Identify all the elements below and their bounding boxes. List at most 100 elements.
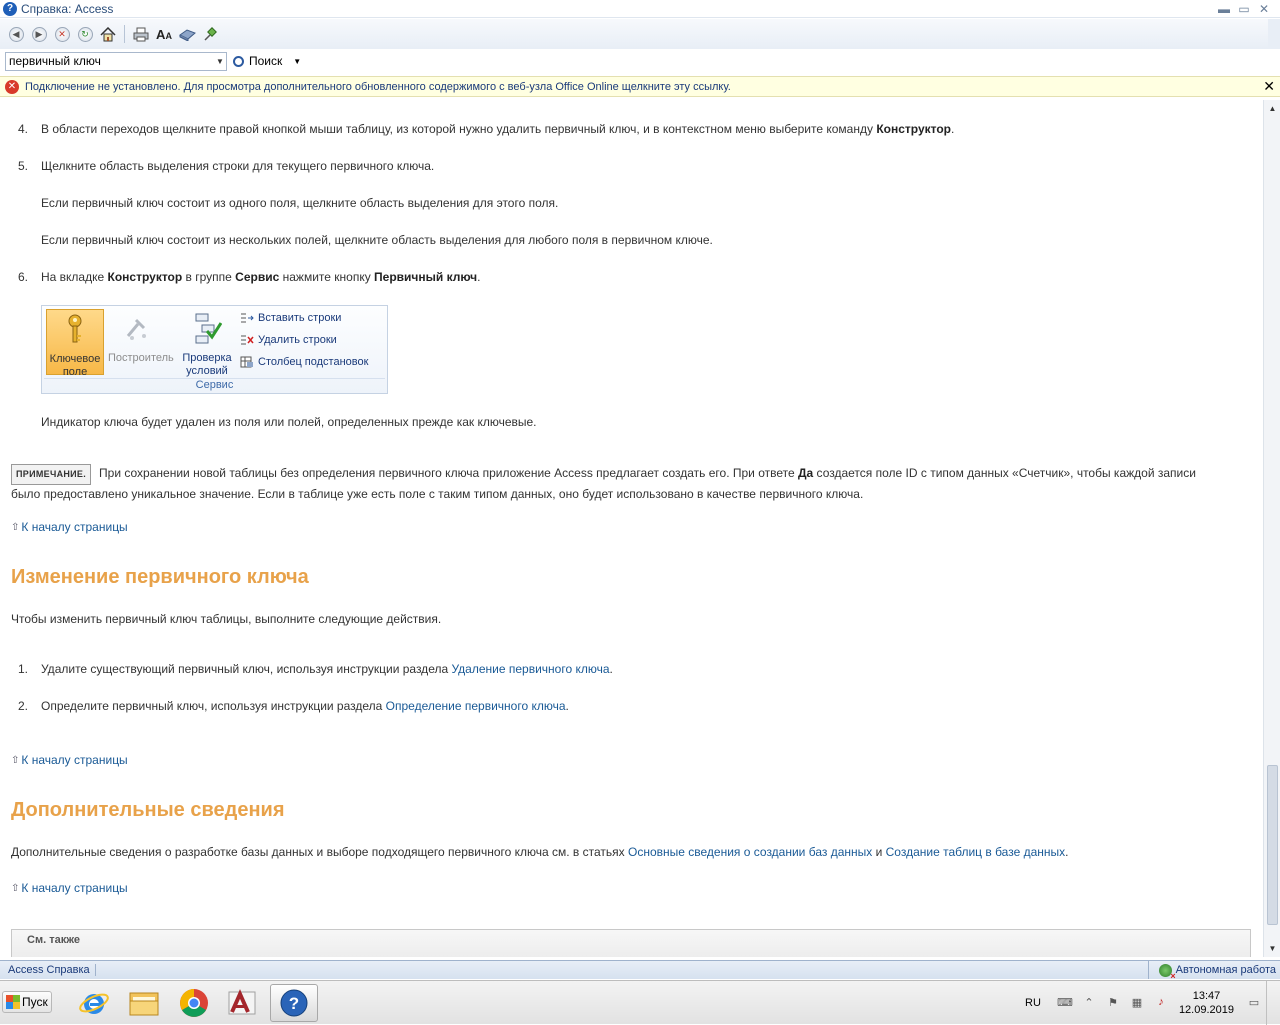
pin-button[interactable] <box>200 24 220 44</box>
list-number: 4. <box>18 122 29 136</box>
section-heading: Дополнительные сведения <box>11 799 285 821</box>
search-input[interactable]: первичный ключ ▼ <box>5 51 227 71</box>
pin-icon <box>203 26 217 41</box>
toolbar-separator <box>124 25 125 43</box>
to-top-link[interactable]: ⇧ К началу страницы <box>11 753 128 767</box>
start-label: Пуск <box>22 995 48 1009</box>
list-text-end: . <box>609 662 613 676</box>
print-button[interactable] <box>131 24 151 44</box>
db-basics-link[interactable]: Основные сведения о создании баз данных <box>628 845 872 859</box>
svg-text:?: ? <box>289 994 299 1013</box>
toolbar-overflow[interactable] <box>1268 19 1280 49</box>
taskbar-explorer[interactable] <box>120 984 168 1022</box>
to-top-label: К началу страницы <box>21 881 128 895</box>
taskbar-access[interactable] <box>218 984 266 1022</box>
list-bold: Сервис <box>235 270 280 284</box>
ribbon-label: Ключевое <box>49 353 101 365</box>
delete-primary-key-link[interactable]: Удаление первичного ключа <box>451 662 609 676</box>
toc-button[interactable] <box>177 24 197 44</box>
list-item: 4. В области переходов щелкните правой кн… <box>18 122 954 136</box>
book-icon <box>178 29 196 41</box>
network-icon[interactable]: ▦ <box>1129 996 1145 1010</box>
taskbar-ie[interactable] <box>70 984 118 1022</box>
clock[interactable]: 13:47 12.09.2019 <box>1179 989 1234 1017</box>
taskbar-chrome[interactable] <box>170 984 218 1022</box>
window-controls: ▬ ▭ ✕ <box>1214 0 1274 18</box>
help-icon: ? <box>280 989 308 1017</box>
vertical-scrollbar[interactable]: ▲ ▼ <box>1263 100 1280 957</box>
insert-rows-icon <box>241 313 254 323</box>
home-button[interactable] <box>98 24 118 44</box>
volume-icon[interactable]: ♪ <box>1153 996 1169 1010</box>
lookup-column-item: Столбец подстановок <box>240 356 368 368</box>
note-text: При сохранении новой таблицы без определ… <box>99 466 798 480</box>
chevron-up-icon[interactable]: ⌃ <box>1081 996 1097 1010</box>
define-primary-key-link[interactable]: Определение первичного ключа <box>386 699 566 713</box>
scroll-down-icon[interactable]: ▼ <box>1264 940 1280 957</box>
ribbon-group-label: Сервис <box>44 378 385 391</box>
windows-logo-icon <box>6 995 20 1009</box>
minimize-button[interactable]: ▬ <box>1214 0 1234 18</box>
lookup-column-icon <box>240 356 253 368</box>
search-button[interactable]: Поиск ▼ <box>233 54 301 68</box>
scroll-thumb[interactable] <box>1267 765 1278 925</box>
create-tables-link[interactable]: Создание таблиц в базе данных <box>886 845 1066 859</box>
chrome-icon <box>180 989 208 1017</box>
forward-button[interactable]: ▶ <box>29 24 49 44</box>
ribbon-illustration: Ключевое поле Построитель Проверка услов… <box>41 305 388 394</box>
list-text: в группе <box>182 270 236 284</box>
ribbon-label: условий <box>186 365 228 377</box>
flag-icon[interactable]: ⚑ <box>1105 996 1121 1010</box>
see-also-panel[interactable]: См. также <box>11 929 1251 957</box>
step5-para1: Если первичный ключ состоит из одного по… <box>41 196 559 210</box>
list-text: нажмите кнопку <box>279 270 375 284</box>
scroll-up-icon[interactable]: ▲ <box>1264 100 1280 117</box>
maximize-button[interactable]: ▭ <box>1234 0 1254 18</box>
connection-infobar[interactable]: ✕ Подключение не установлено. Для просмо… <box>0 76 1280 97</box>
ribbon-label: Построитель <box>108 352 174 364</box>
notification-icon[interactable]: ▭ <box>1246 996 1262 1010</box>
key-icon <box>68 314 82 343</box>
start-button[interactable]: Пуск <box>2 991 52 1013</box>
note-bold: Да <box>797 466 814 480</box>
chevron-down-icon[interactable]: ▼ <box>214 57 226 66</box>
font-size-button[interactable]: AA <box>154 24 174 44</box>
connection-status[interactable]: Автономная работа <box>1147 961 1276 981</box>
note-tag: ПРИМЕЧАНИЕ. <box>11 464 92 485</box>
language-indicator[interactable]: RU <box>1025 997 1041 1009</box>
clock-date: 12.09.2019 <box>1178 1004 1234 1016</box>
stop-button[interactable]: ✕ <box>52 24 72 44</box>
back-button[interactable]: ◀ <box>6 24 26 44</box>
list-text-end: . <box>565 699 569 713</box>
list-number: 6. <box>18 270 29 284</box>
validation-ribbon-button: Проверка условий <box>178 309 236 377</box>
see-also-title: См. также <box>27 934 80 946</box>
arrow-up-icon: ⇧ <box>11 754 20 766</box>
list-item: 5. Щелкните область выделения строки для … <box>18 159 434 173</box>
to-top-link[interactable]: ⇧ К началу страницы <box>11 881 128 895</box>
taskbar-help[interactable]: ? <box>270 984 318 1022</box>
stop-icon: ✕ <box>54 26 70 42</box>
forward-icon: ▶ <box>31 26 47 42</box>
to-top-label: К началу страницы <box>21 753 128 767</box>
list-item: 2. Определите первичный ключ, используя и… <box>18 699 569 713</box>
search-dropdown-icon[interactable]: ▼ <box>293 57 301 66</box>
to-top-link[interactable]: ⇧ К началу страницы <box>11 520 128 534</box>
close-button[interactable]: ✕ <box>1254 0 1274 18</box>
show-desktop-button[interactable] <box>1266 981 1280 1025</box>
keyboard-icon[interactable]: ⌨ <box>1057 996 1073 1010</box>
indicator-text: Индикатор ключа будет удален из поля или… <box>41 415 537 429</box>
help-app-icon: ? <box>3 1 17 16</box>
note-block: ПРИМЕЧАНИЕ. При сохранении новой таблицы … <box>11 464 1251 504</box>
more-info-mid: и <box>872 845 886 859</box>
infobar-close-icon[interactable]: ✕ <box>1263 78 1275 95</box>
list-text-end: . <box>477 270 481 284</box>
help-content: 4. В области переходов щелкните правой кн… <box>0 100 1263 957</box>
section-heading: Изменение первичного ключа <box>11 566 309 588</box>
refresh-button[interactable]: ↻ <box>75 24 95 44</box>
status-left[interactable]: Access Справка <box>0 964 96 976</box>
list-text-end: . <box>951 122 955 136</box>
printer-icon <box>133 27 149 41</box>
infobar-text[interactable]: Подключение не установлено. Для просмотр… <box>25 81 731 93</box>
folder-icon <box>129 992 159 1016</box>
